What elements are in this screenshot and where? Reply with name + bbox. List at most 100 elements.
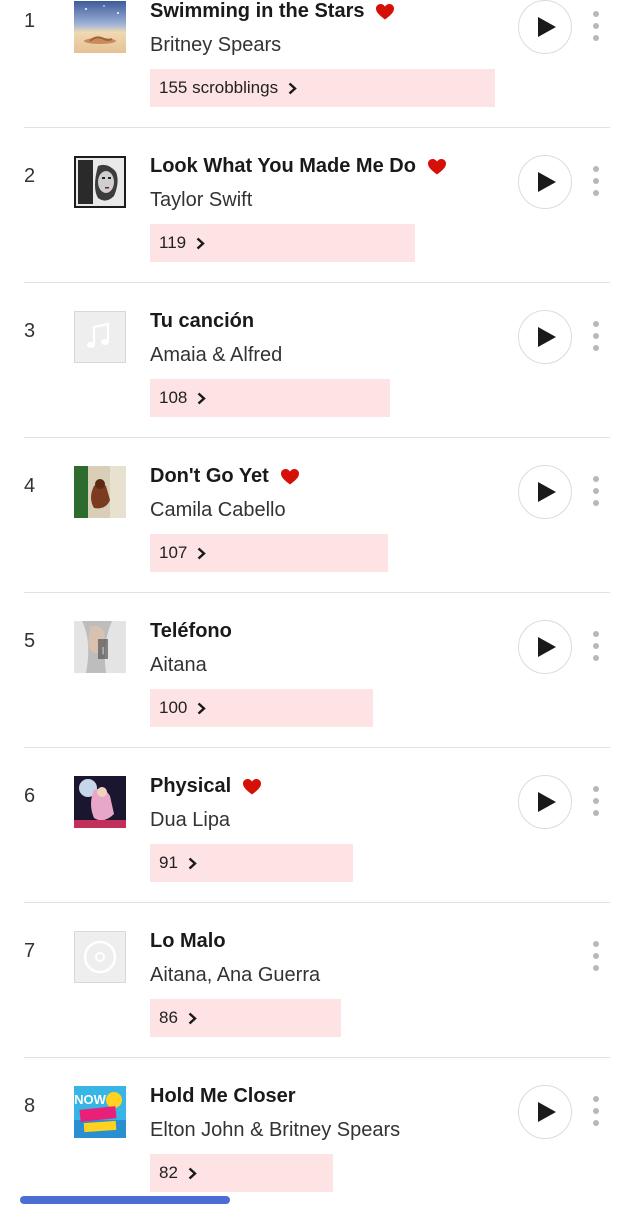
track-rank: 3 bbox=[24, 320, 36, 342]
track-row: 2 Look What You Made Me Do Taylor Swift … bbox=[24, 128, 610, 283]
more-vertical-icon-dot bbox=[593, 35, 599, 41]
album-art-now-summer-party[interactable]: NOW bbox=[74, 1086, 126, 1138]
track-artist[interactable]: Britney Spears bbox=[150, 34, 281, 57]
scrobbles-bar[interactable]: 91 bbox=[150, 844, 353, 882]
play-button[interactable] bbox=[518, 155, 572, 209]
track-rank: 1 bbox=[24, 10, 36, 32]
track-artist[interactable]: Dua Lipa bbox=[150, 809, 230, 832]
track-artist[interactable]: Camila Cabello bbox=[150, 499, 286, 522]
more-vertical-icon-dot bbox=[593, 965, 599, 971]
more-vertical-icon bbox=[593, 11, 599, 17]
play-button[interactable] bbox=[518, 465, 572, 519]
scrobbles-bar[interactable]: 100 bbox=[150, 689, 373, 727]
more-vertical-icon bbox=[593, 786, 599, 792]
svg-text:NOW: NOW bbox=[74, 1092, 107, 1107]
track-row: 7 Lo Malo Aitana, Ana Guerra 86 bbox=[24, 903, 610, 1058]
scrobbles-bar[interactable]: 108 bbox=[150, 379, 390, 417]
more-vertical-icon-dot bbox=[593, 333, 599, 339]
scrobbles-count: 108 bbox=[159, 388, 188, 407]
music-note-placeholder-icon[interactable] bbox=[74, 311, 126, 363]
more-vertical-icon bbox=[593, 941, 599, 947]
svg-text:|: | bbox=[102, 646, 104, 655]
track-title[interactable]: Look What You Made Me Do bbox=[150, 155, 416, 178]
chevron-right-icon bbox=[198, 547, 207, 559]
chevron-right-icon bbox=[198, 702, 207, 714]
scroll-indicator bbox=[20, 1196, 230, 1204]
heart-icon[interactable] bbox=[376, 3, 395, 20]
play-button[interactable] bbox=[518, 0, 572, 54]
more-vertical-icon-dot bbox=[593, 190, 599, 196]
play-button[interactable] bbox=[518, 310, 572, 364]
chevron-right-icon bbox=[188, 857, 197, 869]
scrobbles-count: 82 bbox=[159, 1163, 178, 1182]
more-vertical-icon bbox=[593, 1096, 599, 1102]
more-vertical-icon-dot bbox=[593, 178, 599, 184]
more-vertical-icon-dot bbox=[593, 500, 599, 506]
more-vertical-icon-dot bbox=[593, 643, 599, 649]
track-row: 8 NOW Hold Me Closer Elton John & Britne… bbox=[24, 1058, 610, 1212]
heart-icon[interactable] bbox=[243, 778, 262, 795]
play-icon bbox=[537, 1102, 556, 1122]
scrobbles-bar[interactable]: 107 bbox=[150, 534, 388, 572]
scrobbles-count: 155 scrobblings bbox=[159, 78, 279, 97]
track-artist[interactable]: Aitana, Ana Guerra bbox=[150, 964, 320, 987]
track-title[interactable]: Lo Malo bbox=[150, 930, 226, 953]
scrobbles-bar[interactable]: 86 bbox=[150, 999, 341, 1037]
track-title[interactable]: Physical bbox=[150, 775, 231, 798]
track-title[interactable]: Don't Go Yet bbox=[150, 465, 269, 488]
play-icon bbox=[537, 17, 556, 37]
more-options-button[interactable] bbox=[589, 11, 603, 41]
track-title[interactable]: Tu canción bbox=[150, 310, 254, 333]
track-artist[interactable]: Amaia & Alfred bbox=[150, 344, 282, 367]
more-options-button[interactable] bbox=[589, 941, 603, 971]
album-art-physical[interactable] bbox=[74, 776, 126, 828]
more-options-button[interactable] bbox=[589, 321, 603, 351]
heart-icon[interactable] bbox=[280, 468, 299, 485]
scrobbles-bar[interactable]: 155 scrobblings bbox=[150, 69, 495, 107]
track-rank: 7 bbox=[24, 940, 36, 962]
chevron-right-icon bbox=[188, 1167, 197, 1179]
scrobbles-bar[interactable]: 119 bbox=[150, 224, 415, 262]
more-options-button[interactable] bbox=[589, 786, 603, 816]
play-button[interactable] bbox=[518, 1085, 572, 1139]
track-row: 6 Physical Dua Lipa 91 bbox=[24, 748, 610, 903]
more-vertical-icon-dot bbox=[593, 1120, 599, 1126]
album-art-dont-go-yet[interactable] bbox=[74, 466, 126, 518]
play-button[interactable] bbox=[518, 620, 572, 674]
track-title[interactable]: Swimming in the Stars bbox=[150, 0, 364, 23]
more-options-button[interactable] bbox=[589, 1096, 603, 1126]
more-options-button[interactable] bbox=[589, 631, 603, 661]
track-chart-list: 1 Swimming in the Stars Britney Spears 1… bbox=[0, 0, 633, 1212]
more-vertical-icon-dot bbox=[593, 1108, 599, 1114]
scrobbles-count: 91 bbox=[159, 853, 178, 872]
album-art-swimming-in-the-stars[interactable] bbox=[74, 1, 126, 53]
scrobbles-bar[interactable]: 82 bbox=[150, 1154, 333, 1192]
play-icon bbox=[537, 172, 556, 192]
track-artist[interactable]: Taylor Swift bbox=[150, 189, 252, 212]
heart-icon[interactable] bbox=[427, 158, 446, 175]
track-rank: 5 bbox=[24, 630, 36, 652]
more-vertical-icon bbox=[593, 631, 599, 637]
more-options-button[interactable] bbox=[589, 166, 603, 196]
track-title[interactable]: Teléfono bbox=[150, 620, 232, 643]
album-art-look-what-you-made-me-do[interactable] bbox=[74, 156, 126, 208]
disc-placeholder-icon[interactable] bbox=[74, 931, 126, 983]
more-vertical-icon-dot bbox=[593, 345, 599, 351]
more-options-button[interactable] bbox=[589, 476, 603, 506]
scrobbles-count: 119 bbox=[159, 233, 187, 252]
scrobbles-count: 100 bbox=[159, 698, 188, 717]
track-title[interactable]: Hold Me Closer bbox=[150, 1085, 296, 1108]
scrobbles-count: 107 bbox=[159, 543, 188, 562]
track-row: 1 Swimming in the Stars Britney Spears 1… bbox=[24, 0, 610, 128]
chevron-right-icon bbox=[288, 82, 297, 94]
track-artist[interactable]: Elton John & Britney Spears bbox=[150, 1119, 400, 1142]
more-vertical-icon-dot bbox=[593, 953, 599, 959]
play-icon bbox=[537, 792, 556, 812]
album-art-telefono[interactable]: | bbox=[74, 621, 126, 673]
track-artist[interactable]: Aitana bbox=[150, 654, 207, 677]
play-button[interactable] bbox=[518, 775, 572, 829]
more-vertical-icon-dot bbox=[593, 23, 599, 29]
track-rank: 6 bbox=[24, 785, 36, 807]
track-rank: 8 bbox=[24, 1095, 36, 1117]
more-vertical-icon bbox=[593, 321, 599, 327]
